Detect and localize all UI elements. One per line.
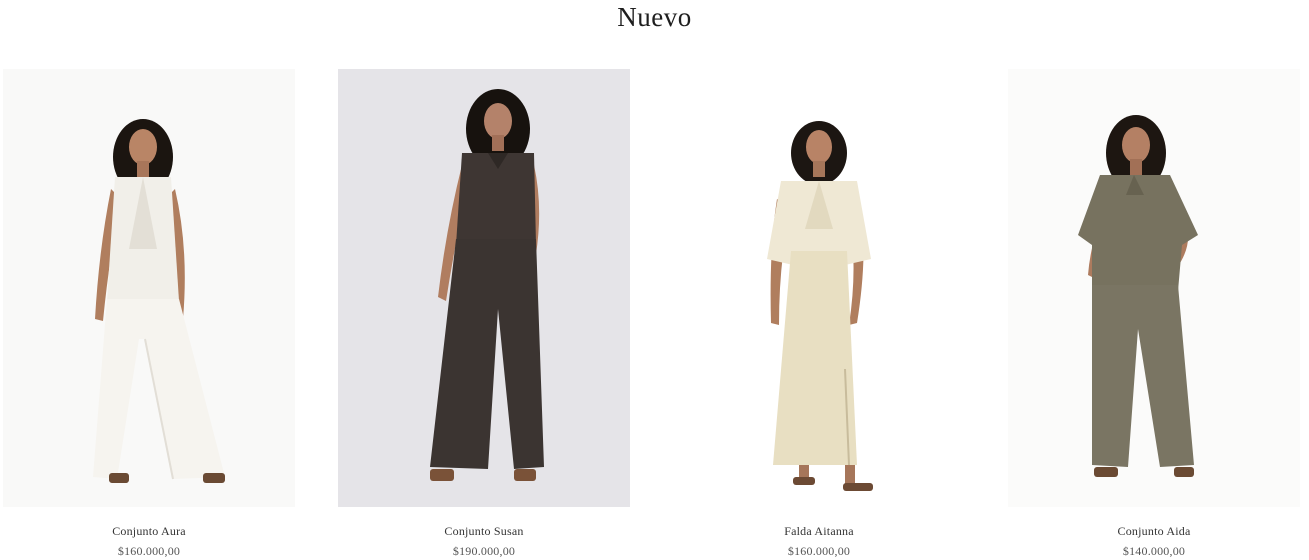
product-image[interactable] bbox=[338, 69, 630, 507]
product-price: $140.000,00 bbox=[1122, 544, 1186, 558]
product-image[interactable] bbox=[3, 69, 295, 507]
product-photo-model-white-outfit bbox=[3, 69, 295, 507]
product-image[interactable] bbox=[673, 69, 965, 507]
product-name[interactable]: Conjunto Susan bbox=[338, 524, 630, 539]
product-card[interactable]: Conjunto Aida $140.000,00 bbox=[1008, 69, 1300, 560]
product-card[interactable]: Conjunto Susan $190.000,00 bbox=[338, 69, 630, 560]
product-image[interactable] bbox=[1008, 69, 1300, 507]
product-name[interactable]: Conjunto Aura bbox=[3, 524, 295, 539]
product-photo-model-charcoal-outfit bbox=[338, 69, 630, 507]
section-title: Nuevo bbox=[617, 2, 692, 32]
product-name[interactable]: Conjunto Aida bbox=[1008, 524, 1300, 539]
product-grid: Conjunto Aura $160.000,00 Conjunto Susan… bbox=[0, 69, 1309, 560]
product-photo-model-cream-outfit bbox=[673, 69, 965, 507]
product-price: $160.000,00 bbox=[787, 544, 851, 558]
product-name[interactable]: Falda Aitanna bbox=[673, 524, 965, 539]
product-price: $160.000,00 bbox=[117, 544, 181, 558]
product-photo-model-olive-outfit bbox=[1008, 69, 1300, 507]
product-price: $190.000,00 bbox=[452, 544, 516, 558]
product-card[interactable]: Falda Aitanna $160.000,00 bbox=[673, 69, 965, 560]
product-card[interactable]: Conjunto Aura $160.000,00 bbox=[3, 69, 295, 560]
